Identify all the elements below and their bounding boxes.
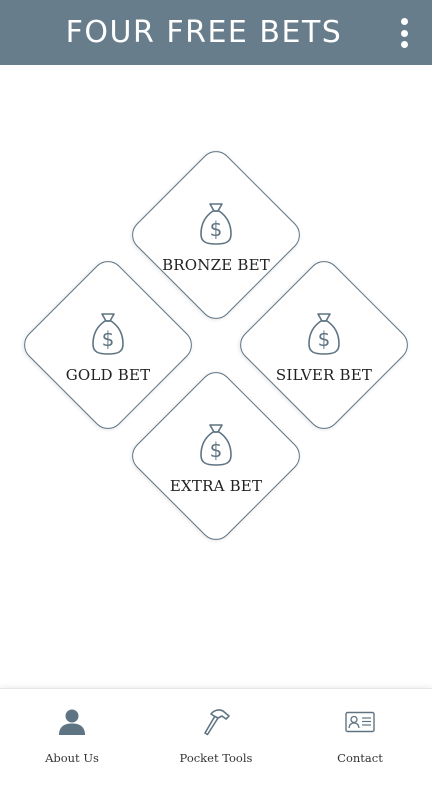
menu-dot: [400, 29, 408, 37]
nav-about-us[interactable]: About Us: [0, 689, 144, 797]
menu-dot: [400, 18, 408, 25]
money-bag-icon: $: [92, 313, 124, 355]
nav-contact[interactable]: Contact: [288, 689, 432, 797]
nav-label: Pocket Tools: [179, 751, 253, 765]
more-vertical-icon[interactable]: [396, 18, 412, 48]
extra-bet-tile[interactable]: $ EXTRA BET: [125, 365, 307, 547]
svg-text:$: $: [210, 217, 223, 241]
contact-card-icon: [345, 711, 375, 733]
nav-label: About Us: [45, 751, 99, 765]
person-icon: [59, 709, 85, 735]
money-bag-icon: $: [308, 313, 340, 355]
money-bag-icon: $: [200, 424, 232, 466]
menu-dot: [400, 41, 408, 48]
money-bag-icon: $: [200, 203, 232, 245]
app-title: FOUR FREE BETS: [65, 15, 343, 50]
svg-text:$: $: [318, 327, 331, 351]
svg-text:$: $: [210, 438, 223, 462]
hammer-icon: [204, 709, 230, 736]
nav-label: Contact: [337, 751, 383, 765]
tile-label: EXTRA BET: [169, 477, 263, 495]
app-bar: FOUR FREE BETS: [0, 0, 432, 65]
bottom-nav: About Us Pocket Tools Contact: [0, 688, 432, 797]
svg-text:$: $: [102, 327, 115, 351]
nav-pocket-tools[interactable]: Pocket Tools: [144, 689, 288, 797]
